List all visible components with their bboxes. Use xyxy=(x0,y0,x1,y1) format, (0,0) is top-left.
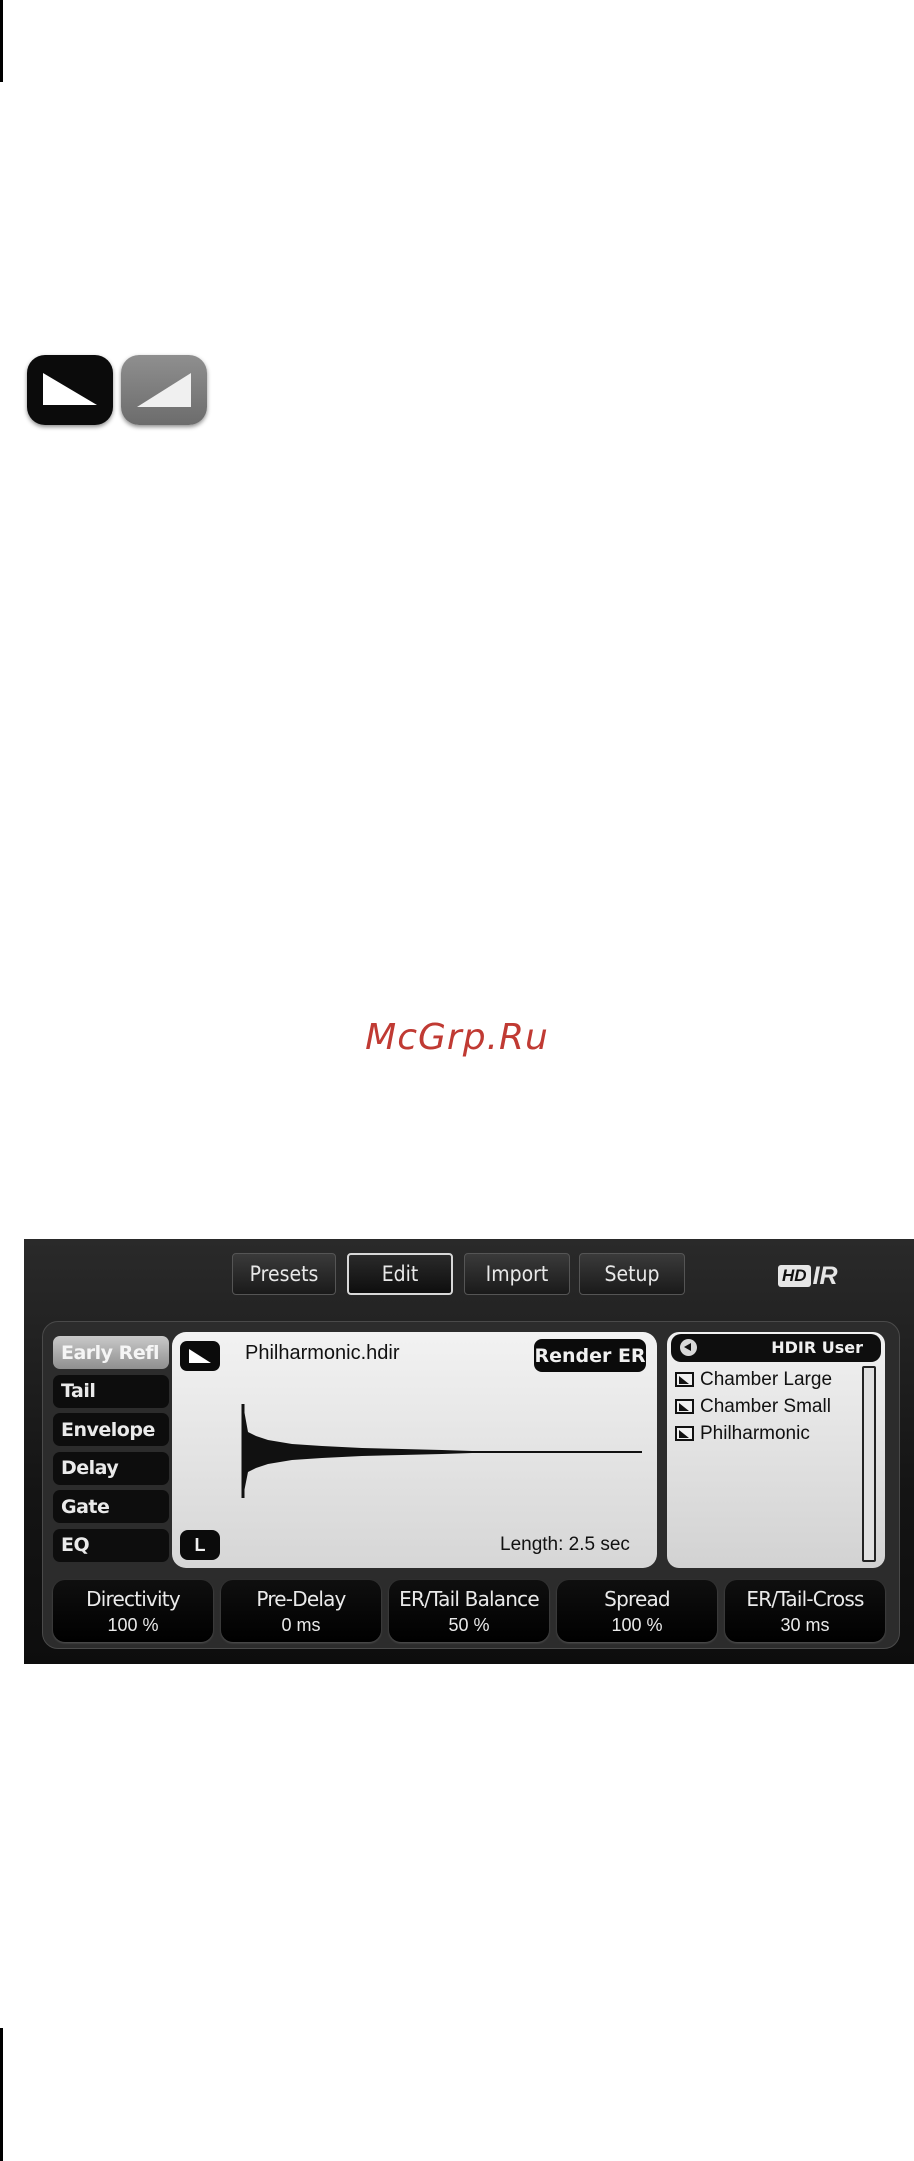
tab-import[interactable]: Import xyxy=(464,1253,570,1295)
param-directivity[interactable]: Directivity 100 % xyxy=(53,1580,213,1642)
param-er-tail-cross[interactable]: ER/Tail-Cross 30 ms xyxy=(725,1580,885,1642)
param-value: 30 ms xyxy=(780,1615,830,1635)
logo-hd: HD xyxy=(778,1265,811,1287)
parameter-row: Directivity 100 % Pre-Delay 0 ms ER/Tail… xyxy=(53,1580,893,1642)
list-item[interactable]: Chamber Large xyxy=(675,1366,860,1393)
mode-dark-icon xyxy=(27,355,113,425)
page-edge-mark-bottom xyxy=(0,2028,3,2161)
param-value: 100 % xyxy=(611,1615,663,1635)
ir-length-label: Length: 2.5 sec xyxy=(500,1534,630,1555)
watermark: McGrp.Ru xyxy=(365,1017,549,1058)
render-er-button[interactable]: Render ER xyxy=(534,1339,646,1372)
tab-delay[interactable]: Delay xyxy=(53,1451,169,1485)
tab-edit[interactable]: Edit xyxy=(347,1253,453,1295)
param-pre-delay[interactable]: Pre-Delay 0 ms xyxy=(221,1580,381,1642)
tab-presets[interactable]: Presets xyxy=(232,1253,336,1295)
browser-header: HDIR User xyxy=(671,1334,881,1362)
list-item-label: Chamber Large xyxy=(700,1368,833,1390)
mode-grey-icon xyxy=(121,355,207,425)
section-tabs: Early Refl Tail Envelope Delay Gate EQ xyxy=(53,1336,169,1567)
ir-file-icon xyxy=(675,1372,694,1387)
channel-select-button[interactable]: L xyxy=(180,1530,220,1560)
param-spread[interactable]: Spread 100 % xyxy=(557,1580,717,1642)
ir-file-icon xyxy=(675,1399,694,1414)
param-value: 100 % xyxy=(107,1615,159,1635)
tab-tail[interactable]: Tail xyxy=(53,1374,169,1408)
param-er-tail-balance[interactable]: ER/Tail Balance 50 % xyxy=(389,1580,549,1642)
browser-scrollbar[interactable] xyxy=(862,1366,876,1562)
edit-frame: Early Refl Tail Envelope Delay Gate EQ P… xyxy=(42,1321,900,1649)
tab-setup[interactable]: Setup xyxy=(579,1253,685,1295)
tab-early-refl[interactable]: Early Refl xyxy=(53,1336,169,1369)
param-name: ER/Tail-Cross xyxy=(746,1587,864,1611)
preset-browser: HDIR User Chamber Large Chamber Small Ph… xyxy=(667,1332,885,1568)
page-edge-mark-top xyxy=(0,0,3,82)
hdir-logo: HD IR xyxy=(778,1261,838,1291)
list-item[interactable]: Chamber Small xyxy=(675,1393,860,1420)
tab-eq[interactable]: EQ xyxy=(53,1528,169,1562)
ir-file-icon xyxy=(675,1426,694,1441)
ir-filename: Philharmonic.hdir xyxy=(245,1342,400,1364)
param-value: 50 % xyxy=(448,1615,490,1635)
tab-envelope[interactable]: Envelope xyxy=(53,1413,169,1446)
list-item[interactable]: Philharmonic xyxy=(675,1420,860,1447)
logo-ir: IR xyxy=(812,1261,838,1290)
param-name: Spread xyxy=(604,1587,670,1611)
param-name: ER/Tail Balance xyxy=(399,1587,539,1611)
tab-gate[interactable]: Gate xyxy=(53,1490,169,1523)
browser-path: HDIR User xyxy=(771,1338,863,1357)
browser-list: Chamber Large Chamber Small Philharmonic xyxy=(675,1366,860,1447)
mode-icons xyxy=(27,355,211,425)
list-item-label: Philharmonic xyxy=(700,1422,810,1444)
param-name: Pre-Delay xyxy=(256,1587,346,1611)
param-value: 0 ms xyxy=(281,1615,321,1635)
list-item-label: Chamber Small xyxy=(700,1395,831,1417)
back-icon[interactable] xyxy=(680,1339,697,1356)
er-mode-icon[interactable] xyxy=(180,1341,220,1371)
waveform-display: Philharmonic.hdir Render ER L Length: 2.… xyxy=(172,1332,657,1568)
param-name: Directivity xyxy=(86,1587,181,1611)
hdir-plugin-panel: Presets Edit Import Setup HD IR Early Re… xyxy=(24,1239,914,1664)
